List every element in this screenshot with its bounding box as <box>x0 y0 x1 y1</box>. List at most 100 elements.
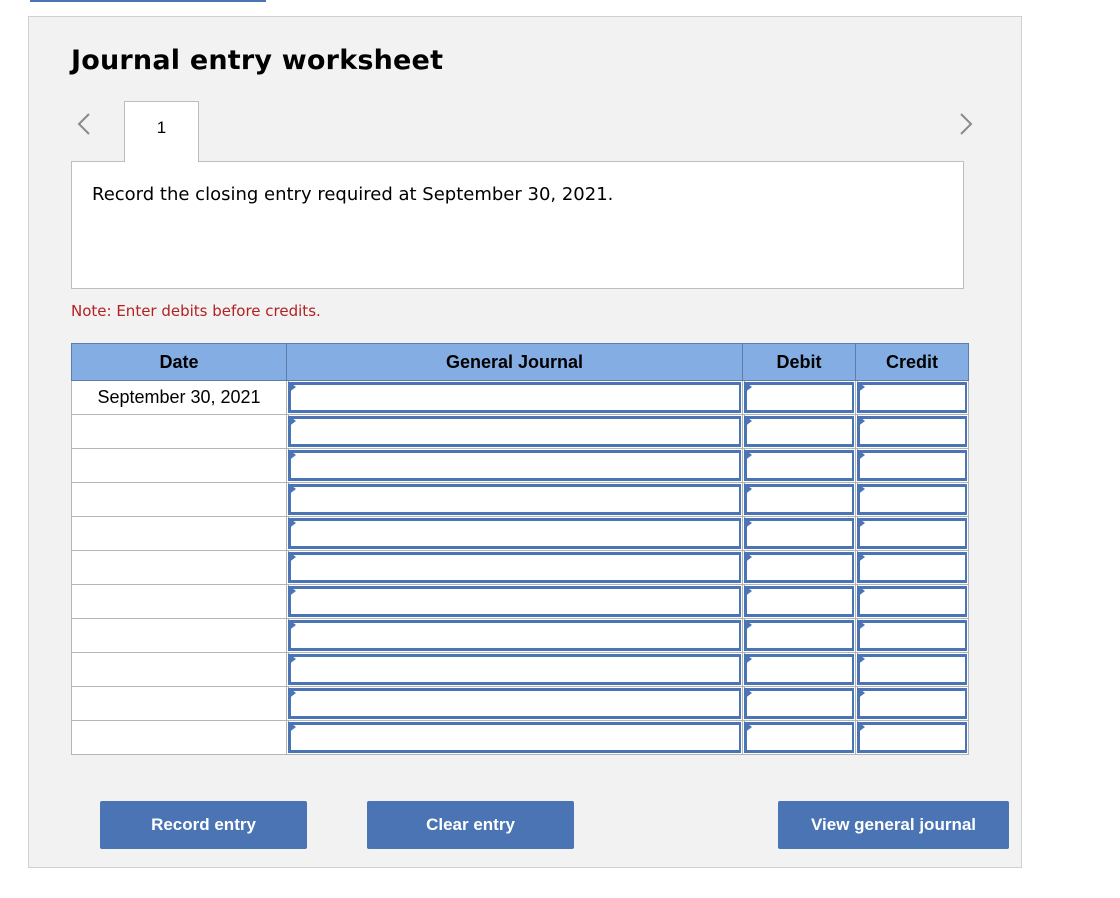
journal-input[interactable] <box>288 722 741 753</box>
date-cell[interactable] <box>71 618 287 653</box>
credit-cell <box>855 652 969 687</box>
dropdown-flag-icon <box>288 415 296 427</box>
journal-input[interactable] <box>288 382 741 413</box>
debit-cell <box>742 516 856 551</box>
journal-input[interactable] <box>288 586 741 617</box>
date-cell[interactable] <box>71 550 287 585</box>
dropdown-flag-icon <box>744 517 752 529</box>
credit-cell <box>855 414 969 449</box>
dropdown-flag-icon <box>857 585 865 597</box>
dropdown-flag-icon <box>857 653 865 665</box>
debit-input[interactable] <box>744 416 854 447</box>
credit-input[interactable] <box>857 552 967 583</box>
dropdown-flag-icon <box>744 415 752 427</box>
credit-cell <box>855 380 969 415</box>
journal-cell <box>286 686 743 721</box>
debit-cell <box>742 652 856 687</box>
credit-input[interactable] <box>857 620 967 651</box>
debit-input[interactable] <box>744 654 854 685</box>
dropdown-flag-icon <box>857 517 865 529</box>
credit-input[interactable] <box>857 722 967 753</box>
debit-input[interactable] <box>744 450 854 481</box>
tab-1[interactable]: 1 <box>124 101 199 162</box>
journal-cell <box>286 652 743 687</box>
debit-input[interactable] <box>744 688 854 719</box>
dropdown-flag-icon <box>288 687 296 699</box>
top-rule <box>30 0 266 2</box>
debit-cell <box>742 550 856 585</box>
worksheet-title: Journal entry worksheet <box>71 45 444 76</box>
view-general-journal-button[interactable]: View general journal <box>778 801 1009 849</box>
debit-input[interactable] <box>744 722 854 753</box>
question-text: Record the closing entry required at Sep… <box>92 184 614 205</box>
date-cell[interactable] <box>71 584 287 619</box>
debit-input[interactable] <box>744 552 854 583</box>
table-row <box>71 652 969 687</box>
date-cell[interactable] <box>71 686 287 721</box>
debit-cell <box>742 448 856 483</box>
journal-input[interactable] <box>288 620 741 651</box>
journal-input[interactable] <box>288 484 741 515</box>
date-header: Date <box>71 343 287 381</box>
credit-input[interactable] <box>857 416 967 447</box>
table-row <box>71 516 969 551</box>
journal-cell <box>286 482 743 517</box>
journal-cell <box>286 516 743 551</box>
journal-input[interactable] <box>288 518 741 549</box>
dropdown-flag-icon <box>288 653 296 665</box>
journal-input[interactable] <box>288 450 741 481</box>
question-box: Record the closing entry required at Sep… <box>71 161 964 289</box>
dropdown-flag-icon <box>288 551 296 563</box>
date-cell[interactable] <box>71 516 287 551</box>
dropdown-flag-icon <box>857 687 865 699</box>
dropdown-flag-icon <box>857 551 865 563</box>
record-entry-button[interactable]: Record entry <box>100 801 307 849</box>
journal-input[interactable] <box>288 552 741 583</box>
journal-cell <box>286 550 743 585</box>
credit-input[interactable] <box>857 382 967 413</box>
dropdown-flag-icon <box>857 483 865 495</box>
table-header-row: Date General Journal Debit Credit <box>71 343 969 381</box>
table-row <box>71 720 969 755</box>
date-cell[interactable] <box>71 720 287 755</box>
debit-input[interactable] <box>744 484 854 515</box>
credit-input[interactable] <box>857 688 967 719</box>
chevron-right-icon <box>960 113 973 135</box>
prev-button[interactable] <box>69 109 99 139</box>
date-cell[interactable] <box>71 414 287 449</box>
date-cell[interactable] <box>71 448 287 483</box>
table-row <box>71 550 969 585</box>
credit-input[interactable] <box>857 450 967 481</box>
debit-input[interactable] <box>744 382 854 413</box>
debit-cell <box>742 414 856 449</box>
credit-header: Credit <box>855 343 969 381</box>
next-button[interactable] <box>951 109 981 139</box>
debit-input[interactable] <box>744 586 854 617</box>
credit-cell <box>855 550 969 585</box>
credit-cell <box>855 686 969 721</box>
journal-input[interactable] <box>288 416 741 447</box>
worksheet-panel: Journal entry worksheet 1 Record the clo… <box>28 16 1022 868</box>
debit-input[interactable] <box>744 518 854 549</box>
credit-input[interactable] <box>857 484 967 515</box>
table-row <box>71 618 969 653</box>
journal-input[interactable] <box>288 654 741 685</box>
clear-entry-button[interactable]: Clear entry <box>367 801 574 849</box>
chevron-left-icon <box>77 113 90 135</box>
credit-input[interactable] <box>857 586 967 617</box>
table-row <box>71 482 969 517</box>
date-cell[interactable] <box>71 482 287 517</box>
dropdown-flag-icon <box>744 449 752 461</box>
debit-input[interactable] <box>744 620 854 651</box>
credit-input[interactable] <box>857 654 967 685</box>
dropdown-flag-icon <box>857 619 865 631</box>
credit-cell <box>855 584 969 619</box>
dropdown-flag-icon <box>744 687 752 699</box>
table-row: September 30, 2021 <box>71 380 969 415</box>
debit-cell <box>742 686 856 721</box>
journal-cell <box>286 720 743 755</box>
date-cell[interactable] <box>71 652 287 687</box>
journal-input[interactable] <box>288 688 741 719</box>
credit-input[interactable] <box>857 518 967 549</box>
date-cell[interactable]: September 30, 2021 <box>71 380 287 415</box>
